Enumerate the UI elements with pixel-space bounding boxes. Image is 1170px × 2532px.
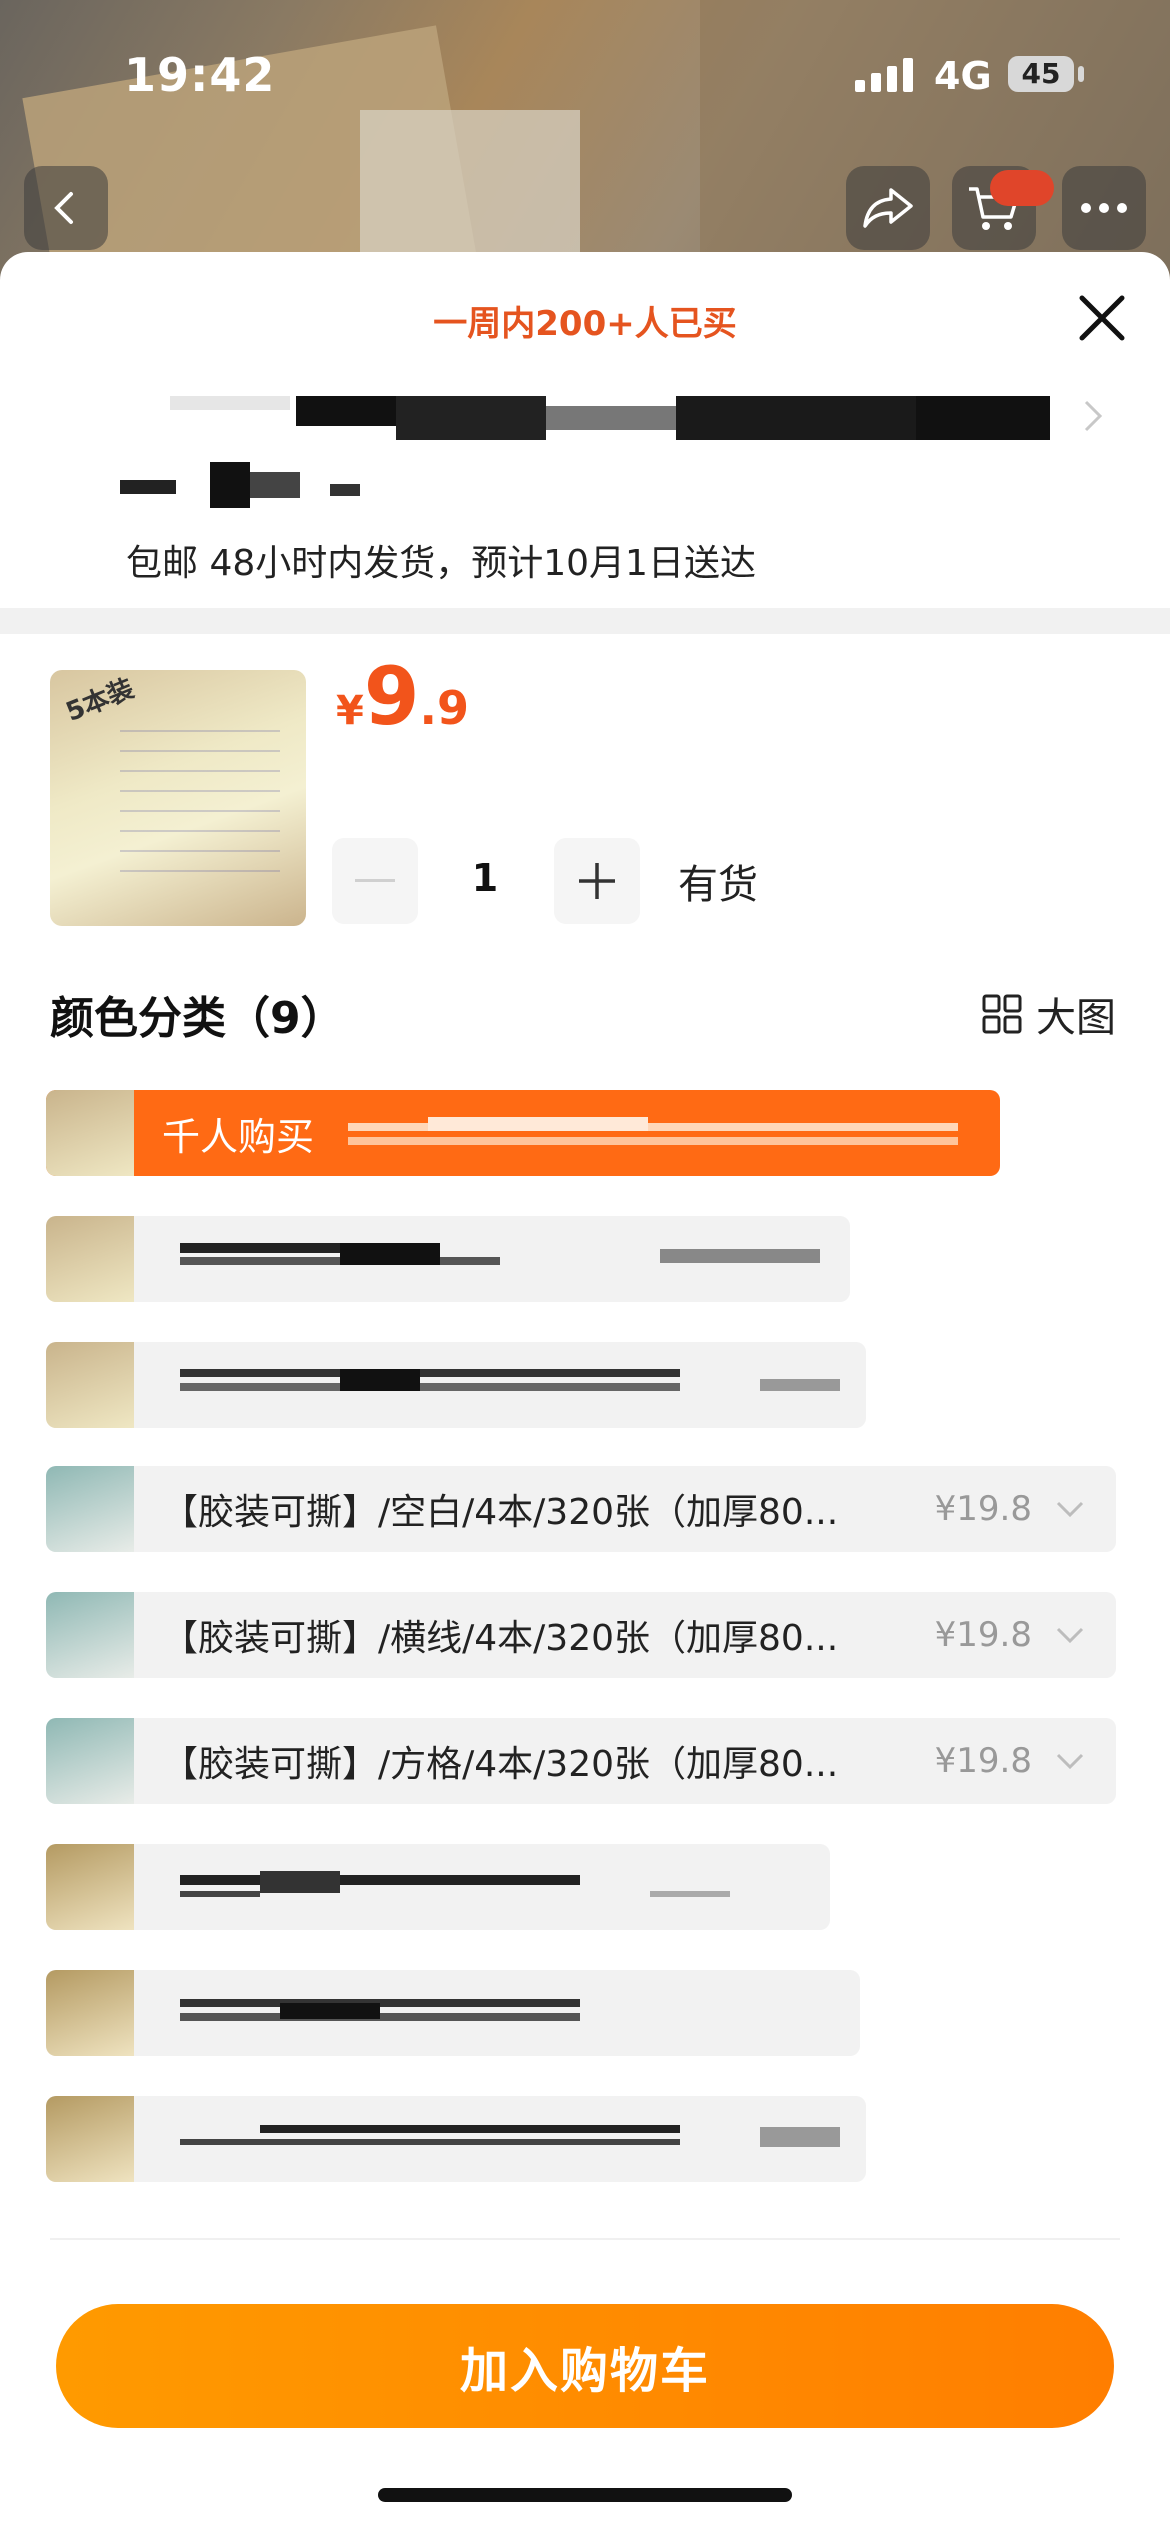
option-price: ¥19.8 [934,1741,1032,1781]
option-label: 【胶装可撕】/空白/4本/320张（加厚80... [162,1492,839,1533]
option-label [134,1970,860,2056]
option-thumbnail [46,1216,134,1302]
home-indicator [378,2488,792,2502]
option-thumbnail [46,1466,134,1552]
shipping-info: 包邮 48小时内发货，预计10月1日送达 [126,543,756,584]
share-button[interactable] [846,166,930,250]
option-badge: 千人购买 [162,1114,315,1159]
chevron-down-icon[interactable] [1056,1592,1116,1678]
option-thumbnail [46,1592,134,1678]
option-item-grid[interactable]: 【胶装可撕】/方格/4本/320张（加厚80... ¥19.8 [46,1718,1116,1804]
big-image-toggle[interactable]: 大图 [982,985,1116,1043]
option-item[interactable] [46,1216,850,1302]
price-decimal: .9 [419,681,469,735]
option-item-selected[interactable]: 千人购买 [46,1090,1000,1176]
share-icon [863,188,913,228]
close-icon[interactable] [1070,286,1134,350]
option-item[interactable] [46,1342,866,1428]
option-label [134,1216,850,1302]
address-redacted[interactable] [170,396,1050,440]
footer-divider [50,2238,1120,2240]
option-price: ¥19.8 [934,1489,1032,1529]
thumb-tag: 5本装 [61,673,139,728]
option-redacted-text [180,2123,840,2155]
grid-icon [982,994,1022,1034]
minus-icon [355,879,395,882]
option-item[interactable] [46,2096,866,2182]
option-item[interactable] [46,1844,830,1930]
option-thumbnail [46,1970,134,2056]
notebook-lines [120,730,280,890]
back-arrow-icon [54,192,73,224]
option-thumbnail [46,1342,134,1428]
battery-cap [1078,66,1084,82]
option-thumbnail [46,2096,134,2182]
add-to-cart-button[interactable]: 加入购物车 [56,2304,1114,2428]
option-label: 千人购买 [134,1090,1000,1176]
option-redacted-text [348,1117,959,1149]
option-label [134,1844,830,1930]
more-button[interactable] [1062,166,1146,250]
option-redacted-text [180,1997,800,2029]
address-chevron-icon[interactable] [1082,398,1104,434]
quantity-value[interactable]: 1 [460,856,510,900]
option-item[interactable] [46,1970,860,2056]
cart-badge [990,170,1054,206]
stock-status: 有货 [678,862,758,908]
option-thumbnail [46,1718,134,1804]
status-time: 19:42 [124,48,276,102]
option-redacted-text [180,1871,800,1903]
option-label [134,1342,866,1428]
price-integer: 9 [363,650,420,743]
option-label [134,2096,866,2182]
option-label: 【胶装可撕】/横线/4本/320张（加厚80... [162,1618,839,1659]
option-redacted-text [180,1369,840,1401]
increase-quantity-button[interactable] [554,838,640,924]
status-bar: 19:42 4G 45 [0,0,1170,150]
chevron-down-icon[interactable] [1056,1466,1116,1552]
big-image-label: 大图 [1036,995,1116,1041]
option-thumbnail [46,1090,134,1176]
option-price: ¥19.8 [934,1615,1032,1655]
battery-icon: 45 [1008,56,1074,92]
decrease-quantity-button[interactable] [332,838,418,924]
back-button[interactable] [24,166,108,250]
option-redacted-text [180,1243,820,1275]
network-type: 4G [934,54,992,98]
product-thumbnail[interactable]: 5本装 [50,670,306,926]
options-section-title: 颜色分类（9） [50,993,345,1044]
option-thumbnail [46,1844,134,1930]
price-symbol: ¥ [336,688,364,734]
price: ¥9.9 [336,650,469,743]
bought-count-text: 一周内200+人已买 [433,304,737,344]
plus-icon [579,863,615,899]
option-label: 【胶装可撕】/方格/4本/320张（加厚80... [162,1744,839,1785]
more-icon [1081,203,1127,213]
section-divider [0,608,1170,634]
signal-icon [855,58,913,92]
chevron-down-icon[interactable] [1056,1718,1116,1804]
receiver-redacted [120,462,360,508]
option-item-lined[interactable]: 【胶装可撕】/横线/4本/320张（加厚80... ¥19.8 [46,1592,1116,1678]
option-item-blank[interactable]: 【胶装可撕】/空白/4本/320张（加厚80... ¥19.8 [46,1466,1116,1552]
